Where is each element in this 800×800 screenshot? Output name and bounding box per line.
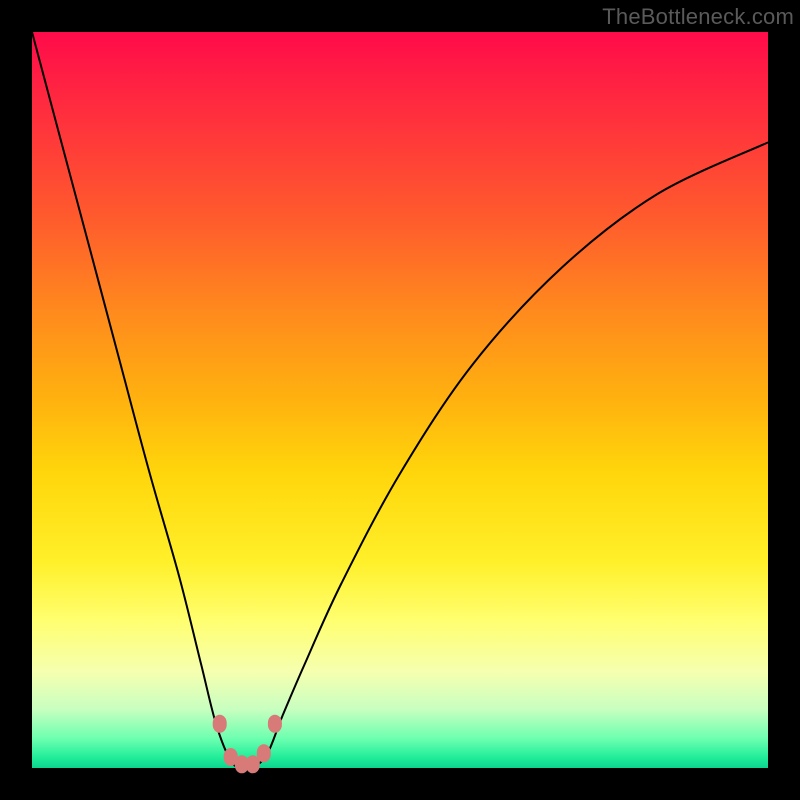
chart-frame [32, 32, 768, 768]
curve-marker [257, 744, 271, 762]
curve-marker [213, 715, 227, 733]
watermark-label: TheBottleneck.com [602, 4, 794, 30]
curve-marker [268, 715, 282, 733]
bottleneck-curve [32, 32, 768, 769]
curve-layer [32, 32, 768, 768]
